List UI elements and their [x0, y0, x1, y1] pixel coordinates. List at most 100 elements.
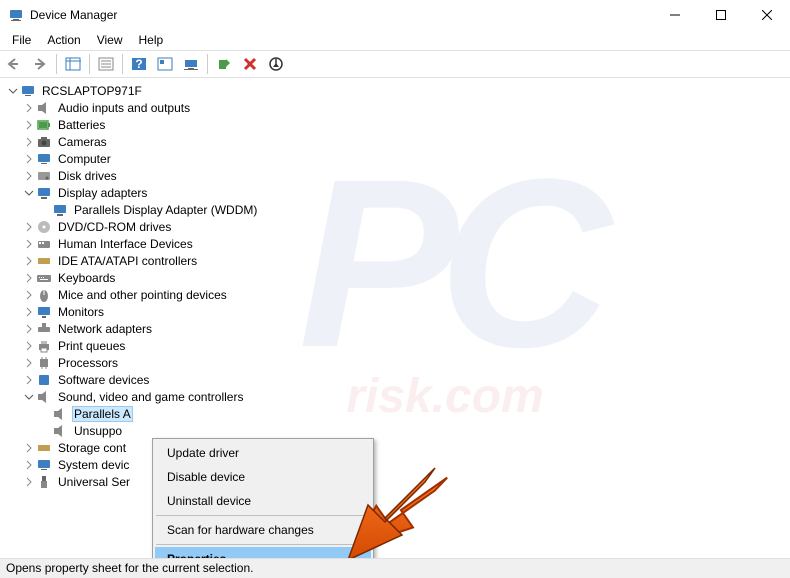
tree-label: Software devices [56, 373, 151, 387]
menu-file[interactable]: File [4, 31, 39, 49]
close-button[interactable] [744, 0, 790, 30]
menu-update-driver[interactable]: Update driver [155, 441, 371, 465]
expand-icon[interactable] [22, 305, 36, 319]
expand-icon[interactable] [22, 356, 36, 370]
expand-icon[interactable] [22, 169, 36, 183]
window-title: Device Manager [30, 8, 652, 22]
title-bar: Device Manager [0, 0, 790, 30]
display-icon [36, 185, 52, 201]
expand-icon[interactable] [22, 152, 36, 166]
expand-icon[interactable] [22, 458, 36, 472]
tree-item-processors[interactable]: Processors [4, 354, 790, 371]
tree-label: Mice and other pointing devices [56, 288, 229, 302]
menu-help[interactable]: Help [131, 31, 172, 49]
show-hide-tree-button[interactable] [61, 52, 85, 76]
uninstall-button[interactable] [238, 52, 262, 76]
expand-icon[interactable] [22, 237, 36, 251]
tree-item-audio[interactable]: Audio inputs and outputs [4, 99, 790, 116]
tree-label: Sound, video and game controllers [56, 390, 245, 404]
back-button[interactable] [2, 52, 26, 76]
tree-label: RCSLAPTOP971F [40, 84, 144, 98]
tree-label: Keyboards [56, 271, 117, 285]
expand-icon[interactable] [22, 339, 36, 353]
expand-icon[interactable] [22, 271, 36, 285]
usb-icon [36, 474, 52, 490]
tree-item-sound-child2[interactable]: Unsuppo [4, 422, 790, 439]
expand-icon[interactable] [22, 475, 36, 489]
tree-item-display[interactable]: Display adapters [4, 184, 790, 201]
expand-icon[interactable] [22, 254, 36, 268]
tree-root[interactable]: RCSLAPTOP971F [4, 82, 790, 99]
tree-label: Parallels Display Adapter (WDDM) [72, 203, 259, 217]
toolbar-separator [56, 54, 57, 74]
disable-button[interactable] [264, 52, 288, 76]
tree-item-ide[interactable]: IDE ATA/ATAPI controllers [4, 252, 790, 269]
action2-button[interactable] [153, 52, 177, 76]
properties-button[interactable] [94, 52, 118, 76]
battery-icon [36, 117, 52, 133]
expand-icon[interactable] [22, 373, 36, 387]
menu-item-label: Disable device [167, 470, 245, 484]
tree-item-mice[interactable]: Mice and other pointing devices [4, 286, 790, 303]
menu-item-label: Update driver [167, 446, 239, 460]
tree-item-sound-child1[interactable]: Parallels A [4, 405, 790, 422]
menu-scan-hardware[interactable]: Scan for hardware changes [155, 518, 371, 542]
dvd-icon [36, 219, 52, 235]
network-icon [36, 321, 52, 337]
tree-label: Print queues [56, 339, 127, 353]
tree-item-usb[interactable]: Universal Ser [4, 473, 790, 490]
tree-label: Universal Ser [56, 475, 132, 489]
expand-icon[interactable] [22, 220, 36, 234]
tree-item-display-child[interactable]: Parallels Display Adapter (WDDM) [4, 201, 790, 218]
tree-item-sound[interactable]: Sound, video and game controllers [4, 388, 790, 405]
toolbar-separator [207, 54, 208, 74]
tree-label: Monitors [56, 305, 106, 319]
menu-uninstall-device[interactable]: Uninstall device [155, 489, 371, 513]
tree-item-network[interactable]: Network adapters [4, 320, 790, 337]
update-driver-button[interactable] [212, 52, 236, 76]
menu-disable-device[interactable]: Disable device [155, 465, 371, 489]
computer-icon [36, 151, 52, 167]
collapse-icon[interactable] [22, 390, 36, 404]
tree-label: Storage cont [56, 441, 128, 455]
help-button[interactable]: ? [127, 52, 151, 76]
tree-label: Audio inputs and outputs [56, 101, 192, 115]
computer-icon [36, 457, 52, 473]
tree-item-dvd[interactable]: DVD/CD-ROM drives [4, 218, 790, 235]
tree-item-batteries[interactable]: Batteries [4, 116, 790, 133]
tree-label: Unsuppo [72, 424, 124, 438]
expand-icon[interactable] [22, 101, 36, 115]
expand-icon[interactable] [22, 322, 36, 336]
toolbar-separator [122, 54, 123, 74]
tree-item-cameras[interactable]: Cameras [4, 133, 790, 150]
maximize-button[interactable] [698, 0, 744, 30]
tree-item-monitors[interactable]: Monitors [4, 303, 790, 320]
forward-button[interactable] [28, 52, 52, 76]
tree-item-disk[interactable]: Disk drives [4, 167, 790, 184]
tree-item-printqueues[interactable]: Print queues [4, 337, 790, 354]
expand-icon[interactable] [22, 118, 36, 132]
computer-icon [20, 83, 36, 99]
controller-icon [36, 440, 52, 456]
scan-hardware-button[interactable] [179, 52, 203, 76]
device-tree[interactable]: RCSLAPTOP971F Audio inputs and outputs B… [0, 78, 790, 490]
tree-item-hid[interactable]: Human Interface Devices [4, 235, 790, 252]
tree-item-keyboards[interactable]: Keyboards [4, 269, 790, 286]
collapse-icon[interactable] [6, 84, 20, 98]
tree-item-software[interactable]: Software devices [4, 371, 790, 388]
toolbar: ? [0, 50, 790, 78]
tree-item-system[interactable]: System devic [4, 456, 790, 473]
expand-icon[interactable] [22, 288, 36, 302]
minimize-button[interactable] [652, 0, 698, 30]
menu-action[interactable]: Action [39, 31, 88, 49]
tree-item-computer[interactable]: Computer [4, 150, 790, 167]
camera-icon [36, 134, 52, 150]
menu-item-label: Uninstall device [167, 494, 251, 508]
tree-item-storage[interactable]: Storage cont [4, 439, 790, 456]
printer-icon [36, 338, 52, 354]
expand-icon[interactable] [22, 441, 36, 455]
tree-label: Human Interface Devices [56, 237, 195, 251]
collapse-icon[interactable] [22, 186, 36, 200]
menu-view[interactable]: View [89, 31, 131, 49]
expand-icon[interactable] [22, 135, 36, 149]
